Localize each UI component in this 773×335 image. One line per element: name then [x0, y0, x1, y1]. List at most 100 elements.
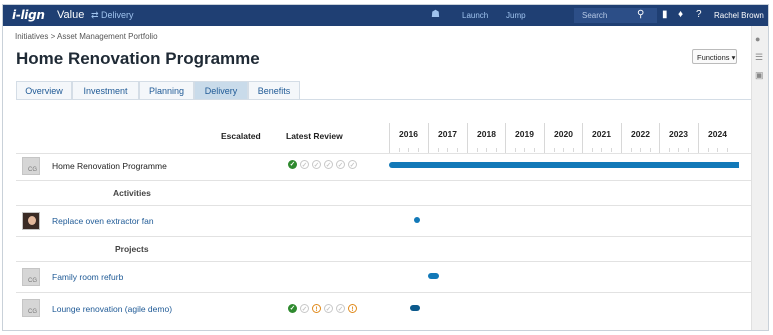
- review-empty-icon: ✓: [300, 304, 309, 313]
- year-2016: 2016: [399, 129, 418, 139]
- home-icon[interactable]: ☗: [431, 9, 440, 20]
- year-2020: 2020: [554, 129, 573, 139]
- avatar: CG: [22, 299, 40, 317]
- row-divider: [16, 261, 751, 262]
- functions-dropdown-button[interactable]: Functions ▾: [692, 49, 737, 64]
- launch-menu[interactable]: Launch: [462, 11, 488, 20]
- list-icon[interactable]: ☰: [755, 52, 763, 63]
- review-empty-icon: ✓: [324, 304, 333, 313]
- row-name-oven-fan[interactable]: Replace oven extractor fan: [52, 216, 154, 226]
- quarter-tick: [524, 148, 526, 152]
- switch-delivery-link[interactable]: ⇄ Delivery: [91, 10, 134, 21]
- app-logo[interactable]: i-lign: [12, 8, 45, 22]
- quarter-tick: [573, 148, 575, 152]
- quarter-tick: [650, 148, 652, 152]
- tab-investment[interactable]: Investment: [72, 81, 139, 99]
- search-icon[interactable]: ⚲: [637, 9, 644, 20]
- lock-icon[interactable]: ▣: [755, 70, 764, 81]
- quarter-tick: [668, 148, 670, 152]
- bookmark-icon[interactable]: ▮: [662, 9, 668, 20]
- quarter-tick: [563, 148, 565, 152]
- quarter-tick: [398, 148, 400, 152]
- breadcrumb[interactable]: Initiatives > Asset Management Portfolio: [15, 32, 158, 41]
- search-input[interactable]: Search: [582, 11, 607, 20]
- quarter-tick: [688, 148, 690, 152]
- year-2021: 2021: [592, 129, 611, 139]
- review-ok-icon: ✓: [288, 160, 297, 169]
- row-divider: [16, 236, 751, 237]
- comment-icon[interactable]: ●: [755, 34, 760, 44]
- quarter-tick: [514, 148, 516, 152]
- quarter-tick: [727, 148, 729, 152]
- column-header-escalated: Escalated: [221, 131, 261, 141]
- search-box[interactable]: Search ⚲: [574, 8, 657, 23]
- avatar: CG: [22, 157, 40, 175]
- review-empty-icon: ✓: [336, 160, 345, 169]
- row-name-family-room[interactable]: Family room refurb: [52, 272, 123, 282]
- quarter-tick: [611, 148, 613, 152]
- tab-planning[interactable]: Planning: [139, 81, 194, 99]
- quarter-tick: [601, 148, 603, 152]
- year-2022: 2022: [631, 129, 650, 139]
- year-2018: 2018: [477, 129, 496, 139]
- review-warning-icon: !: [312, 304, 321, 313]
- help-icon[interactable]: ?: [696, 9, 702, 20]
- tab-benefits[interactable]: Benefits: [248, 81, 300, 99]
- review-empty-icon: ✓: [348, 160, 357, 169]
- quarter-tick: [437, 148, 439, 152]
- module-value-label[interactable]: Value: [57, 9, 84, 21]
- quarter-tick: [630, 148, 632, 152]
- row-divider: [16, 205, 751, 206]
- app-window: i-lign Value ⇄ Delivery ☗ Launch Jump Se…: [2, 4, 769, 331]
- tab-divider: [16, 99, 751, 100]
- avatar-face: [28, 216, 36, 225]
- section-projects: Projects: [115, 244, 149, 254]
- row-name-lounge[interactable]: Lounge renovation (agile demo): [52, 304, 172, 314]
- quarter-tick: [553, 148, 555, 152]
- page-title: Home Renovation Programme: [16, 49, 260, 68]
- quarter-tick: [496, 148, 498, 152]
- row-divider: [16, 180, 751, 181]
- review-ok-icon: ✓: [288, 304, 297, 313]
- review-warning-icon: !: [348, 304, 357, 313]
- timeline-bar-lounge[interactable]: [410, 305, 420, 311]
- quarter-tick: [418, 148, 420, 152]
- quarter-tick: [707, 148, 709, 152]
- quarter-tick: [447, 148, 449, 152]
- column-header-latest-review: Latest Review: [286, 131, 343, 141]
- timeline-bar-family-room[interactable]: [428, 273, 439, 279]
- quarter-tick: [640, 148, 642, 152]
- year-2019: 2019: [515, 129, 534, 139]
- avatar: [22, 212, 40, 230]
- row-divider: [16, 153, 751, 154]
- review-empty-icon: ✓: [324, 160, 333, 169]
- year-2023: 2023: [669, 129, 688, 139]
- quarter-tick: [457, 148, 459, 152]
- quarter-tick: [408, 148, 410, 152]
- quarter-tick: [534, 148, 536, 152]
- row-divider: [16, 292, 751, 293]
- tab-overview[interactable]: Overview: [16, 81, 72, 99]
- avatar-initials: CG: [28, 309, 37, 315]
- review-empty-icon: ✓: [300, 160, 309, 169]
- timeline-dot-oven-fan[interactable]: [414, 217, 420, 223]
- avatar: CG: [22, 268, 40, 286]
- jump-menu[interactable]: Jump: [506, 11, 526, 20]
- section-activities: Activities: [113, 188, 151, 198]
- year-2024: 2024: [708, 129, 727, 139]
- quarter-tick: [476, 148, 478, 152]
- quarter-tick: [678, 148, 680, 152]
- timeline-bar-programme[interactable]: [389, 162, 739, 168]
- user-menu[interactable]: Rachel Brown: [714, 11, 764, 20]
- quarter-tick: [591, 148, 593, 152]
- top-navigation-bar: i-lign Value ⇄ Delivery ☗ Launch Jump Se…: [3, 5, 768, 26]
- avatar-initials: CG: [28, 167, 37, 173]
- review-empty-icon: ✓: [312, 160, 321, 169]
- bell-icon[interactable]: ♦: [678, 9, 683, 20]
- quarter-tick: [717, 148, 719, 152]
- review-empty-icon: ✓: [336, 304, 345, 313]
- tab-delivery[interactable]: Delivery: [194, 81, 248, 99]
- quarter-tick: [486, 148, 488, 152]
- avatar-initials: CG: [28, 278, 37, 284]
- row-name-programme[interactable]: Home Renovation Programme: [52, 161, 167, 171]
